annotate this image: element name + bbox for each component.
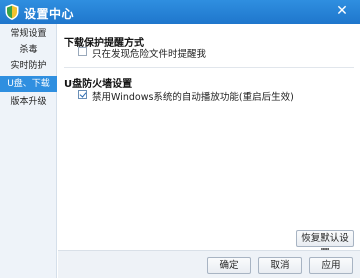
window-title: 设置中心 bbox=[24, 7, 75, 21]
settings-panel: 下载保护提醒方式 只在发现危险文件时提醒我 U盘防火墙设置 禁用Windows系… bbox=[58, 24, 360, 259]
close-icon[interactable]: ✕ bbox=[330, 1, 354, 21]
sidebar-item-label: 常规设置 bbox=[10, 29, 47, 39]
download-alert-checkbox[interactable] bbox=[78, 47, 87, 56]
sidebar-item-general[interactable]: 常规设置 bbox=[0, 26, 57, 42]
disable-autoplay-option[interactable]: 禁用Windows系统的自动播放功能(重启后生效) bbox=[78, 89, 348, 103]
restore-defaults-button[interactable]: 恢复默认设置 bbox=[296, 230, 354, 259]
section-title-usb: U盘防火墙设置 bbox=[64, 79, 133, 90]
button-bar: 确定 取消 应用 bbox=[58, 250, 360, 278]
disable-autoplay-label: 禁用Windows系统的自动播放功能(重启后生效) bbox=[92, 92, 294, 103]
sidebar: 常规设置 杀毒 实时防护 U盘、下载 版本升级 bbox=[0, 24, 57, 278]
sidebar-item-update[interactable]: 版本升级 bbox=[0, 94, 57, 110]
sidebar-item-label: U盘、下载 bbox=[7, 79, 50, 89]
sidebar-item-label: 杀毒 bbox=[19, 45, 38, 55]
title-bar[interactable]: 设置中心 ✕ bbox=[0, 0, 360, 24]
ok-button[interactable]: 确定 bbox=[207, 257, 251, 274]
shield-icon bbox=[4, 3, 20, 21]
sidebar-item-label: 实时防护 bbox=[10, 61, 47, 71]
section-divider bbox=[64, 67, 354, 68]
apply-button[interactable]: 应用 bbox=[309, 257, 353, 274]
sidebar-item-antivirus[interactable]: 杀毒 bbox=[0, 42, 57, 58]
settings-window: 设置中心 ✕ 常规设置 杀毒 实时防护 U盘、下载 版本升级 下载保护提醒方式 … bbox=[0, 0, 360, 278]
sidebar-item-usb-download[interactable]: U盘、下载 bbox=[0, 76, 57, 92]
download-alert-label: 只在发现危险文件时提醒我 bbox=[92, 49, 207, 60]
disable-autoplay-checkbox[interactable] bbox=[78, 90, 87, 99]
download-alert-option[interactable]: 只在发现危险文件时提醒我 bbox=[78, 46, 338, 60]
sidebar-item-realtime[interactable]: 实时防护 bbox=[0, 58, 57, 74]
sidebar-item-label: 版本升级 bbox=[10, 97, 47, 107]
cancel-button[interactable]: 取消 bbox=[258, 257, 302, 274]
